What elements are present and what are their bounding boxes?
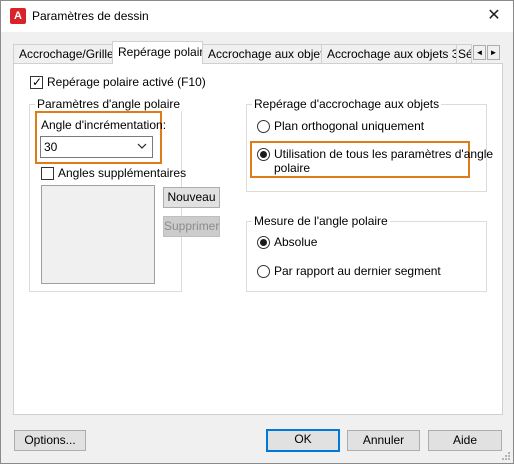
- tab-strip: Accrochage/Grille Repérage polaire Accro…: [13, 41, 503, 64]
- object-snap-tracking-title: Repérage d'accrochage aux objets: [252, 97, 442, 111]
- all-polar-settings-label-line1: Utilisation de tous les paramètres d'ang…: [274, 147, 494, 161]
- increment-angle-combo[interactable]: 30: [40, 136, 153, 158]
- tab-snap-grid[interactable]: Accrochage/Grille: [13, 44, 113, 64]
- orthogonal-only-radio[interactable]: [257, 120, 270, 133]
- radio-selected-dot: [260, 151, 267, 158]
- polar-angle-settings-title: Paramètres d'angle polaire: [35, 97, 183, 111]
- tab-scroll-left-icon[interactable]: ◄: [473, 45, 486, 60]
- autocad-icon: A: [10, 8, 26, 24]
- all-polar-settings-radio[interactable]: [257, 148, 270, 161]
- close-button[interactable]: ✕: [485, 6, 503, 26]
- checkmark-icon: ✓: [32, 75, 43, 89]
- relative-to-last-segment-label: Par rapport au dernier segment: [274, 264, 441, 278]
- polar-tracking-label: Repérage polaire activé (F10): [47, 75, 206, 89]
- delete-angle-button: Supprimer: [163, 216, 220, 237]
- additional-angles-list[interactable]: [41, 185, 155, 284]
- polar-angle-measurement-group: [246, 221, 487, 292]
- all-polar-settings-label-line2: polaire: [274, 161, 311, 175]
- ok-button[interactable]: OK: [266, 429, 340, 452]
- help-button[interactable]: Aide: [428, 430, 502, 451]
- absolute-label: Absolue: [274, 235, 318, 249]
- polar-angle-measurement-title: Mesure de l'angle polaire: [252, 214, 390, 228]
- tab-object-snap[interactable]: Accrochage aux objets: [202, 44, 322, 64]
- polar-tracking-panel: ✓ Repérage polaire activé (F10) Paramètr…: [13, 63, 503, 415]
- resize-grip-icon[interactable]: [501, 451, 511, 461]
- increment-angle-label: Angle d'incrémentation:: [41, 118, 167, 132]
- additional-angles-label: Angles supplémentaires: [58, 166, 187, 180]
- tab-3d-object-snap[interactable]: Accrochage aux objets 3D: [321, 44, 457, 64]
- radio-selected-dot: [260, 239, 267, 246]
- relative-to-last-segment-radio[interactable]: [257, 265, 270, 278]
- window-title: Paramètres de dessin: [32, 9, 149, 23]
- cancel-button[interactable]: Annuler: [347, 430, 420, 451]
- chevron-down-icon: [137, 143, 147, 149]
- increment-angle-value: 30: [44, 140, 58, 154]
- title-bar: A Paramètres de dessin ✕: [1, 1, 513, 32]
- drawing-settings-dialog: A Paramètres de dessin ✕ Accrochage/Gril…: [0, 0, 514, 464]
- polar-tracking-checkbox[interactable]: ✓: [30, 75, 43, 89]
- orthogonal-only-label: Plan orthogonal uniquement: [274, 119, 425, 133]
- tab-selection[interactable]: Sé: [456, 44, 472, 64]
- new-angle-button[interactable]: Nouveau: [163, 187, 220, 208]
- tab-polar-tracking[interactable]: Repérage polaire: [112, 41, 203, 64]
- additional-angles-checkbox[interactable]: [41, 167, 54, 180]
- options-button[interactable]: Options...: [14, 430, 86, 451]
- absolute-radio[interactable]: [257, 236, 270, 249]
- tab-scroll-right-icon[interactable]: ►: [487, 45, 500, 60]
